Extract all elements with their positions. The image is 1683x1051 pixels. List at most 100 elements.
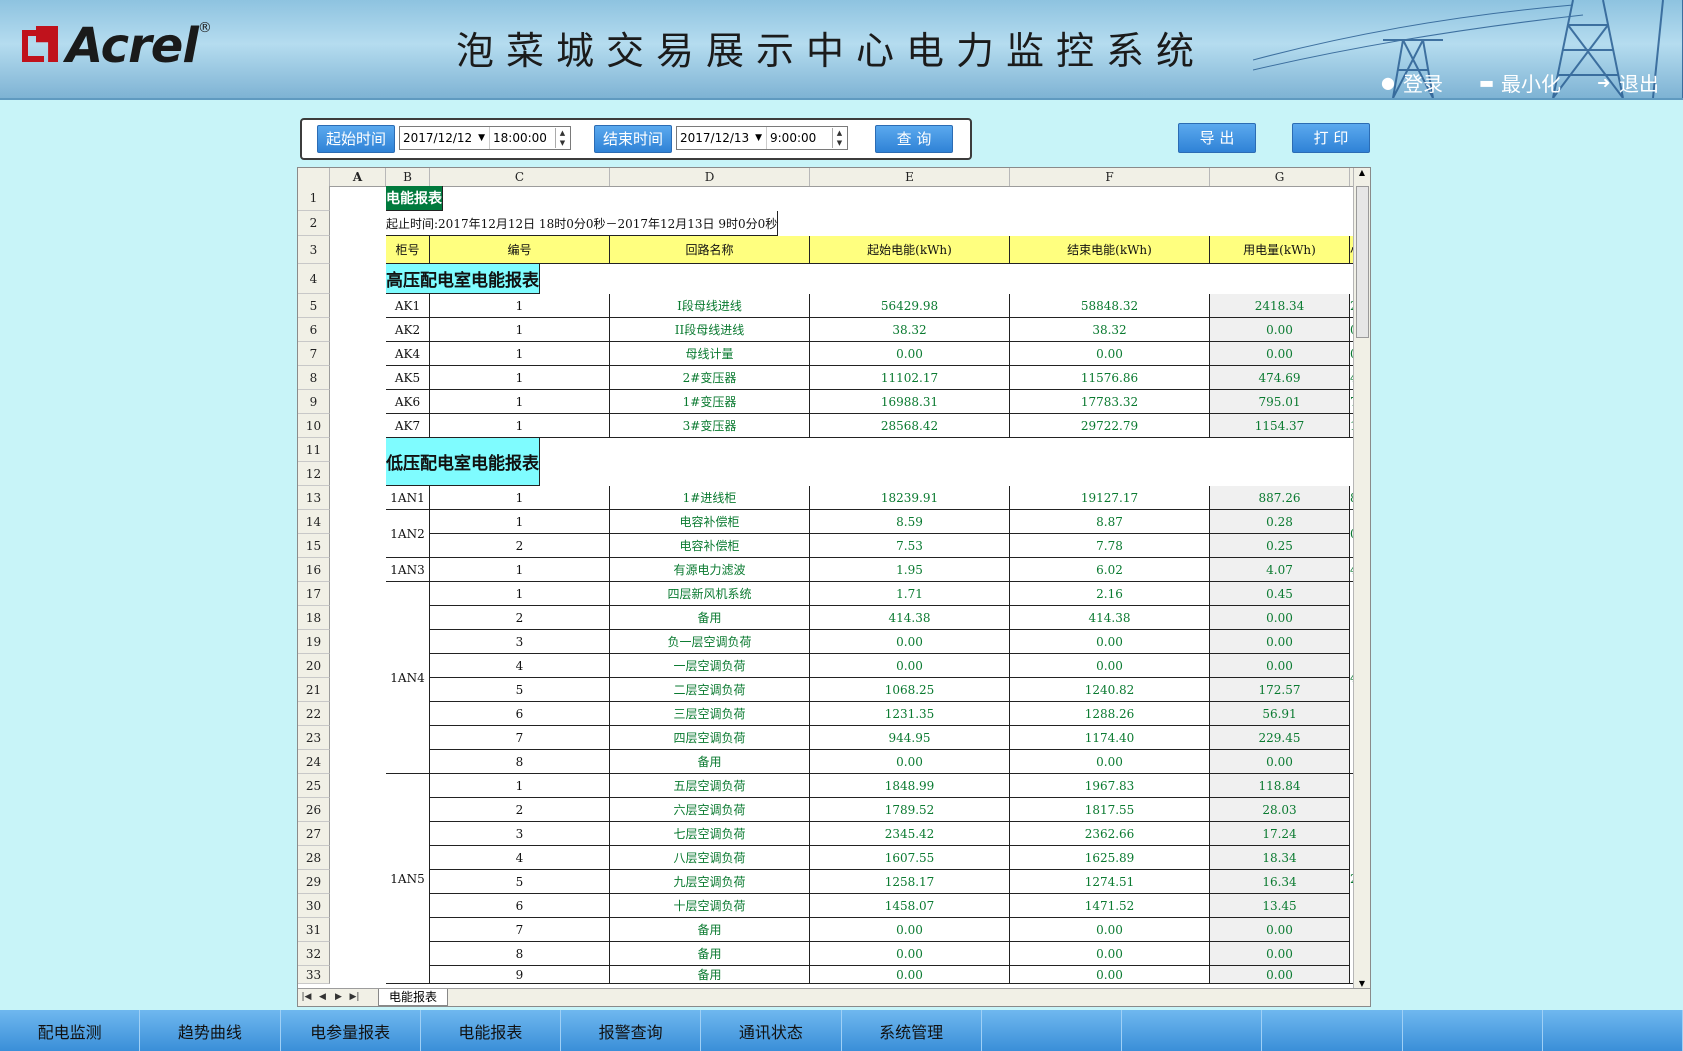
prev-sheet-icon[interactable]: ◀ [316, 991, 329, 1003]
end-date-field[interactable]: 2017/12/13 [680, 131, 749, 145]
row-header[interactable]: 28 [298, 846, 330, 870]
start-date-field[interactable]: 2017/12/12 [403, 131, 472, 145]
row-header[interactable]: 16 [298, 558, 330, 582]
table-cell: 备用 [610, 966, 810, 984]
bottom-nav-item[interactable]: 系统管理 [842, 1010, 982, 1051]
table-cell: 1 [430, 318, 610, 342]
exit-icon: ➜ [1597, 72, 1611, 92]
scrollbar-thumb[interactable] [1356, 186, 1369, 338]
row-header[interactable]: 23 [298, 726, 330, 750]
row-header[interactable]: 6 [298, 318, 330, 342]
table-cell: 1 [430, 486, 610, 510]
bottom-nav-item[interactable]: 电能报表 [421, 1010, 561, 1051]
energy-report-sheet[interactable]: A B C D E F G 1 2 3 4 5 6 7 8 9 10 11 12 13 14 15 16 17 18 19 20 21… [297, 167, 1371, 1007]
row-header[interactable]: 9 [298, 390, 330, 414]
row-header[interactable]: 31 [298, 918, 330, 942]
table-cell: 0.00 [1010, 630, 1210, 654]
table-cell: 0.00 [1010, 966, 1210, 984]
row-header[interactable]: 13 [298, 486, 330, 510]
bottom-nav-item[interactable] [1122, 1010, 1263, 1051]
column-header-d[interactable]: D [610, 168, 810, 186]
column-header-b[interactable]: B [386, 168, 430, 186]
row-header[interactable]: 32 [298, 942, 330, 966]
row-header[interactable]: 14 [298, 510, 330, 534]
row-header[interactable]: 1 [298, 186, 330, 211]
table-cell: 1817.55 [1010, 798, 1210, 822]
table-cell: 1.71 [810, 582, 1010, 606]
column-header-e[interactable]: E [810, 168, 1010, 186]
row-header[interactable]: 3 [298, 236, 330, 264]
table-cell: 172.57 [1210, 678, 1350, 702]
table-cell: 9 [430, 966, 610, 984]
table-cell: 0.00 [1210, 606, 1350, 630]
bottom-nav-item[interactable]: 配电监测 [0, 1010, 141, 1051]
row-header[interactable]: 33 [298, 966, 330, 984]
row-header[interactable]: 4 [298, 264, 330, 294]
table-cell: 1 [430, 342, 610, 366]
table-cell: 7 [430, 726, 610, 750]
bottom-nav-item[interactable] [1543, 1010, 1683, 1051]
row-header[interactable]: 24 [298, 750, 330, 774]
row-header[interactable]: 2 [298, 211, 330, 236]
table-cell: AK2 [386, 318, 430, 342]
spinner-icon[interactable]: ▲ ▼ [832, 128, 846, 148]
chevron-down-icon[interactable]: ▼ [755, 133, 762, 143]
row-header[interactable]: 21 [298, 678, 330, 702]
end-time-field[interactable]: 9:00:00 [770, 131, 816, 145]
row-header[interactable]: 11 [298, 438, 330, 462]
row-header[interactable]: 20 [298, 654, 330, 678]
row-header[interactable]: 29 [298, 870, 330, 894]
minimize-button[interactable]: ▬ 最小化 [1479, 68, 1561, 97]
row-header[interactable]: 19 [298, 630, 330, 654]
row-header[interactable]: 10 [298, 414, 330, 438]
end-datetime-picker[interactable]: 2017/12/13 ▼ 9:00:00 ▲ ▼ [676, 126, 848, 150]
row-header[interactable]: 12 [298, 462, 330, 486]
bottom-nav-item[interactable]: 报警查询 [561, 1010, 702, 1051]
table-header-cell: 用电量(kWh) [1210, 236, 1350, 264]
table-cell: 有源电力滤波 [610, 558, 810, 582]
row-header[interactable]: 27 [298, 822, 330, 846]
spinner-icon[interactable]: ▲ ▼ [555, 128, 569, 148]
login-button[interactable]: ● 登录 [1381, 68, 1443, 97]
row-header[interactable]: 30 [298, 894, 330, 918]
search-button[interactable]: 查 询 [875, 125, 953, 153]
scroll-down-icon[interactable]: ▼ [1354, 979, 1370, 988]
row-header[interactable]: 18 [298, 606, 330, 630]
last-sheet-icon[interactable]: ▶| [348, 991, 361, 1003]
row-header[interactable]: 17 [298, 582, 330, 606]
chevron-down-icon[interactable]: ▼ [478, 133, 485, 143]
column-header-f[interactable]: F [1010, 168, 1210, 186]
column-header-g[interactable]: G [1210, 168, 1350, 186]
exit-button[interactable]: ➜ 退出 [1597, 68, 1659, 97]
next-sheet-icon[interactable]: ▶ [332, 991, 345, 1003]
sheet-tab-energy[interactable]: 电能报表 [378, 989, 449, 1006]
column-header-a[interactable]: A [330, 168, 386, 186]
bottom-nav-item[interactable] [1403, 1010, 1543, 1051]
row-header[interactable]: 7 [298, 342, 330, 366]
table-cell: 7 [430, 918, 610, 942]
bottom-nav-item[interactable]: 电参量报表 [281, 1010, 421, 1051]
table-cell: 0.00 [1010, 750, 1210, 774]
bottom-nav-item[interactable] [982, 1010, 1122, 1051]
print-button[interactable]: 打 印 [1292, 123, 1370, 153]
table-cell: 2 [430, 798, 610, 822]
bottom-nav-item[interactable] [1262, 1010, 1403, 1051]
table-cell: 17783.32 [1010, 390, 1210, 414]
row-header[interactable]: 22 [298, 702, 330, 726]
start-datetime-picker[interactable]: 2017/12/12 ▼ 18:00:00 ▲ ▼ [399, 126, 571, 150]
start-time-field[interactable]: 18:00:00 [493, 131, 547, 145]
scroll-up-icon[interactable]: ▲ [1354, 168, 1370, 177]
table-cell: 0.00 [1210, 942, 1350, 966]
bottom-nav-item[interactable]: 通讯状态 [701, 1010, 842, 1051]
first-sheet-icon[interactable]: |◀ [300, 991, 313, 1003]
row-header[interactable]: 15 [298, 534, 330, 558]
row-header[interactable]: 8 [298, 366, 330, 390]
vertical-scrollbar[interactable]: ▲ ▼ [1353, 168, 1370, 988]
row-header[interactable]: 25 [298, 774, 330, 798]
column-header-c[interactable]: C [430, 168, 610, 186]
bottom-nav-item[interactable]: 趋势曲线 [140, 1010, 281, 1051]
row-header[interactable]: 5 [298, 294, 330, 318]
row-header[interactable]: 26 [298, 798, 330, 822]
export-button[interactable]: 导 出 [1178, 123, 1256, 153]
select-all-corner[interactable] [298, 168, 330, 186]
